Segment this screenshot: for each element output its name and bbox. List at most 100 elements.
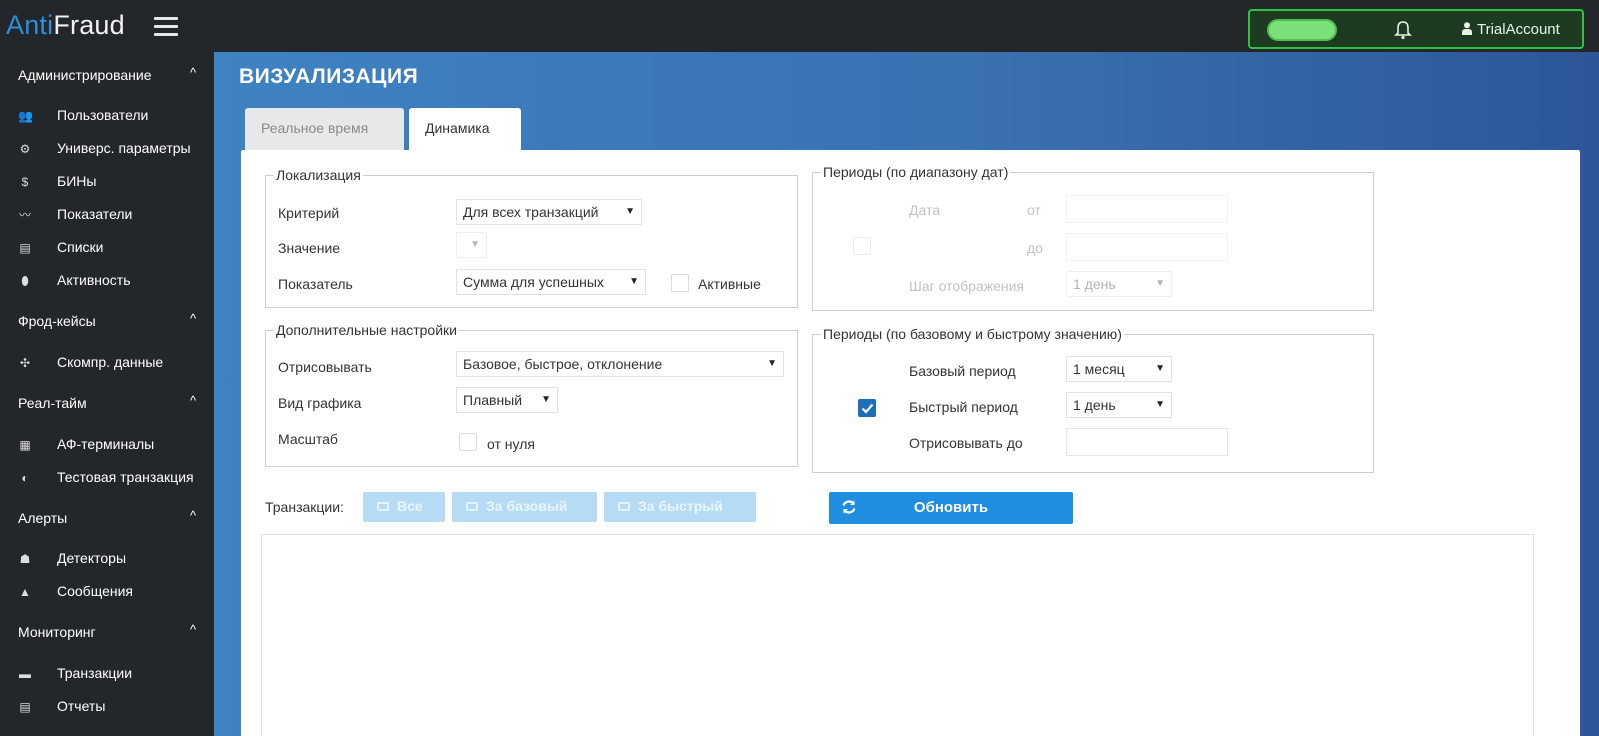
date-from-input[interactable]	[1066, 195, 1228, 223]
caret-down-icon: ▼	[629, 276, 639, 287]
periods-dates-legend: Периоды (по диапазону дат)	[823, 164, 1009, 180]
page-title: ВИЗУАЛИЗАЦИЯ	[239, 65, 419, 88]
hamburger-icon[interactable]	[154, 17, 178, 37]
indicator-select[interactable]: Сумма для успешных ▼	[456, 269, 646, 295]
bell-icon[interactable]	[1393, 19, 1413, 41]
chevron-up-icon[interactable]: ^	[190, 65, 196, 80]
chart-type-value: Плавный	[463, 392, 523, 408]
step-label: Шаг отображения	[909, 278, 1025, 294]
chevron-up-icon[interactable]: ^	[190, 508, 196, 523]
caret-down-icon: ▼	[625, 206, 635, 217]
base-period-select[interactable]: 1 месяц ▼	[1066, 356, 1172, 382]
chevron-up-icon[interactable]: ^	[190, 622, 196, 637]
tab-realtime[interactable]: Реальное время	[245, 108, 404, 150]
sidebar-item-label: Отчеты	[57, 698, 106, 714]
check-icon	[861, 403, 874, 414]
sidebar-item-activity[interactable]: ⬮ Активность	[18, 272, 131, 289]
sidebar-item-users[interactable]: 👥 Пользователи	[18, 107, 148, 123]
sidebar-item-transactions[interactable]: ▬ Транзакции	[18, 665, 132, 681]
localization-legend: Локализация	[276, 167, 361, 183]
sidebar-section-realtime[interactable]: Реал-тайм	[18, 395, 87, 411]
sidebar-item-label: Списки	[57, 239, 104, 255]
draw-until-input[interactable]	[1066, 428, 1228, 456]
caret-down-icon: ▼	[470, 239, 480, 250]
account-bar: TrialAccount	[1248, 9, 1584, 49]
base-transactions-button[interactable]: За базовый	[452, 492, 597, 522]
sidebar-item-label: Активность	[57, 272, 131, 288]
chart-type-label: Вид графика	[278, 395, 362, 411]
periods-values-checkbox[interactable]	[858, 399, 876, 417]
gear-icon: ⚙	[19, 142, 31, 156]
step-select[interactable]: 1 день ▼	[1066, 271, 1172, 297]
account-menu[interactable]: TrialAccount	[1462, 21, 1560, 38]
chart-type-select[interactable]: Плавный ▼	[456, 387, 558, 413]
fast-period-value: 1 день	[1073, 397, 1116, 413]
draw-select[interactable]: Базовое, быстрое, отклонение ▼	[456, 351, 784, 377]
detector-icon: ☗	[19, 552, 31, 566]
tab-dynamics[interactable]: Динамика	[409, 108, 521, 150]
criterion-value: Для всех транзакций	[463, 204, 599, 220]
value-label: Значение	[278, 240, 341, 256]
top-bar: AntiFraud TrialAccount	[0, 0, 1599, 52]
app-logo[interactable]: AntiFraud	[6, 10, 125, 41]
criterion-label: Критерий	[278, 205, 340, 221]
sidebar-item-messages[interactable]: ▲ Сообщения	[18, 583, 133, 599]
sidebar-item-test-transaction[interactable]: ◐ Тестовая транзакция	[18, 469, 193, 485]
main-content: ВИЗУАЛИЗАЦИЯ Реальное время Динамика Лок…	[214, 52, 1599, 736]
refresh-button[interactable]: Обновить	[829, 492, 1073, 524]
scale-label: Масштаб	[278, 431, 338, 447]
sidebar-item-detectors[interactable]: ☗ Детекторы	[18, 550, 126, 566]
sidebar-item-label: Транзакции	[57, 665, 133, 681]
sidebar: Администрирование ^ 👥 Пользователи ⚙ Униве…	[0, 52, 214, 736]
periods-dates-checkbox[interactable]	[853, 237, 871, 255]
status-toggle[interactable]	[1267, 19, 1337, 41]
table-icon	[618, 502, 630, 511]
sidebar-item-label: БИНы	[57, 173, 97, 189]
fast-period-select[interactable]: 1 день ▼	[1066, 392, 1172, 418]
sidebar-item-compressed-data[interactable]: ✣ Скомпр. данные	[18, 354, 163, 370]
cluster-icon: ✣	[19, 356, 31, 370]
date-to-input[interactable]	[1066, 233, 1228, 261]
sidebar-item-params[interactable]: ⚙ Универс. параметры	[18, 140, 191, 156]
chevron-up-icon[interactable]: ^	[190, 311, 196, 326]
sidebar-section-fraud-cases[interactable]: Фрод-кейсы	[18, 313, 96, 329]
from-zero-checkbox[interactable]	[459, 433, 477, 451]
criterion-select[interactable]: Для всех транзакций ▼	[456, 199, 642, 225]
warning-icon: ▲	[19, 585, 31, 599]
sidebar-item-label: АФ-терминалы	[57, 436, 155, 452]
terminal-icon: ▦	[19, 438, 31, 452]
caret-down-icon: ▼	[1155, 399, 1165, 410]
sidebar-item-bins[interactable]: $ БИНы	[18, 173, 97, 189]
caret-down-icon: ▼	[1155, 363, 1165, 374]
fast-transactions-button[interactable]: За быстрый	[604, 492, 756, 522]
active-label: Активные	[698, 276, 761, 292]
logo-part-anti: Anti	[6, 10, 54, 40]
sidebar-section-alerts[interactable]: Алерты	[18, 510, 67, 526]
fast-label: За быстрый	[638, 498, 723, 514]
sidebar-item-terminals[interactable]: ▦ АФ-терминалы	[18, 436, 154, 452]
active-checkbox[interactable]	[671, 274, 689, 292]
all-label: Все	[397, 498, 423, 514]
users-icon: 👥	[18, 109, 33, 123]
chart-area	[261, 534, 1534, 736]
line-chart-icon: 〰	[18, 208, 31, 222]
sidebar-section-monitoring[interactable]: Мониторинг	[18, 624, 96, 640]
sidebar-item-reports[interactable]: ▤ Отчеты	[18, 698, 105, 714]
chevron-up-icon[interactable]: ^	[190, 393, 196, 408]
additional-settings-legend: Дополнительные настройки	[276, 322, 457, 338]
all-transactions-button[interactable]: Все	[363, 492, 445, 522]
indicator-value: Сумма для успешных	[463, 274, 604, 290]
sidebar-item-label: Сообщения	[57, 583, 133, 599]
step-value: 1 день	[1073, 276, 1116, 292]
transactions-label: Транзакции:	[265, 499, 344, 515]
sidebar-item-lists[interactable]: ▤ Списки	[18, 239, 103, 255]
sidebar-section-admin[interactable]: Администрирование	[18, 67, 152, 83]
caret-down-icon: ▼	[1155, 278, 1165, 289]
logo-part-fraud: Fraud	[53, 10, 125, 40]
caret-down-icon: ▼	[767, 358, 777, 369]
list-icon: ▤	[19, 241, 31, 255]
sidebar-item-indicators[interactable]: 〰 Показатели	[18, 206, 132, 223]
value-select[interactable]: ▼	[456, 232, 487, 258]
test-icon: ◐	[21, 471, 29, 485]
refresh-label: Обновить	[913, 499, 989, 516]
